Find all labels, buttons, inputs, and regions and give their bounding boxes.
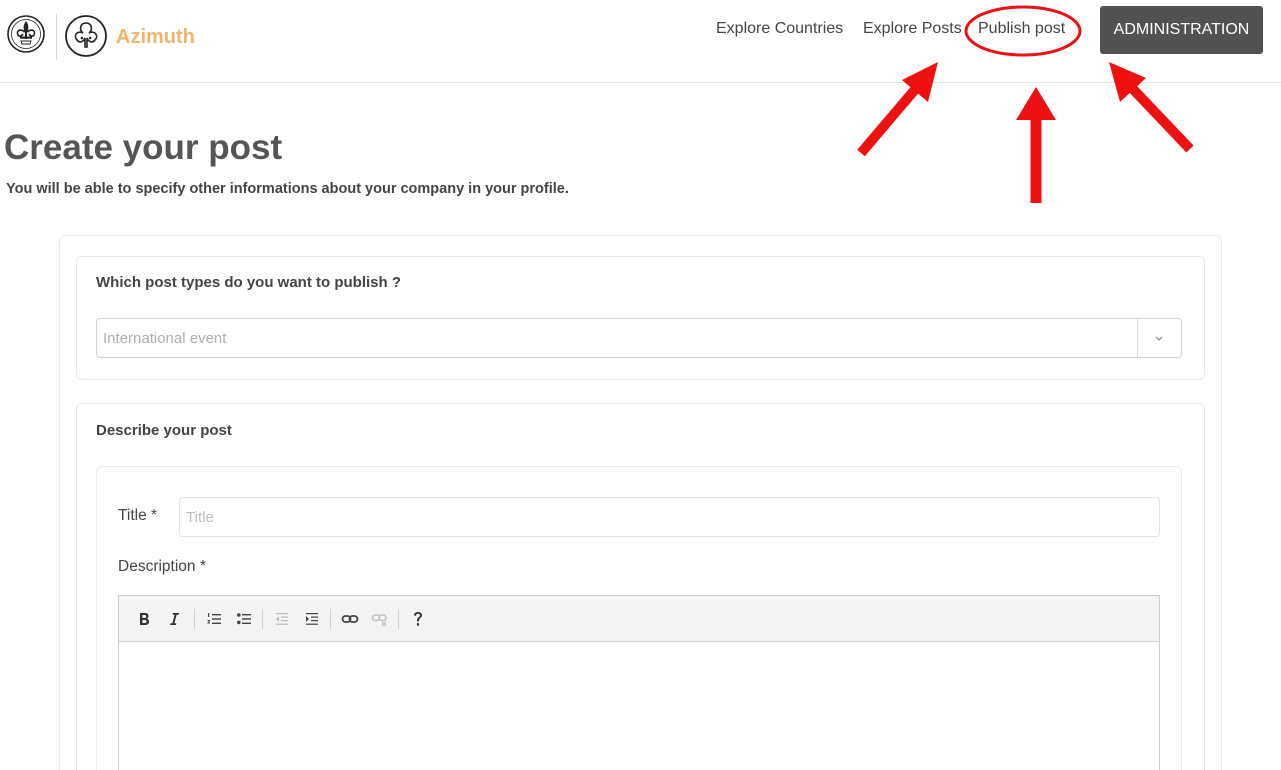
administration-button[interactable]: ADMINISTRATION xyxy=(1100,6,1263,54)
scout-fleur-de-lis-logo[interactable] xyxy=(6,14,46,54)
unordered-list-icon[interactable] xyxy=(233,608,255,630)
toolbar-separator xyxy=(262,609,263,629)
toolbar-separator xyxy=(330,609,331,629)
outdent-icon[interactable] xyxy=(271,608,293,630)
page-title: Create your post xyxy=(4,128,283,167)
nav-explore-posts[interactable]: Explore Posts xyxy=(863,20,962,38)
nav-explore-countries[interactable]: Explore Countries xyxy=(716,20,843,38)
logo-divider xyxy=(56,14,57,60)
describe-post-label: Describe your post xyxy=(96,422,232,439)
post-types-label: Which post types do you want to publish … xyxy=(96,274,401,291)
annotation-arrow-up xyxy=(1016,87,1056,203)
unlink-icon[interactable] xyxy=(369,608,391,630)
chevron-down-icon[interactable] xyxy=(1152,331,1166,345)
bold-icon[interactable] xyxy=(133,608,155,630)
nav-publish-post[interactable]: Publish post xyxy=(978,20,1065,38)
title-label: Title * xyxy=(118,507,158,524)
brand-name[interactable]: Azimuth xyxy=(116,26,195,49)
guide-trefoil-logo[interactable] xyxy=(64,14,108,58)
post-type-selected-value: International event xyxy=(103,330,227,347)
editor-toolbar xyxy=(119,596,1159,642)
post-type-select[interactable]: International event xyxy=(96,318,1182,358)
description-textarea[interactable] xyxy=(119,642,1159,770)
ordered-list-icon[interactable] xyxy=(203,608,225,630)
toolbar-separator xyxy=(194,609,195,629)
top-navbar: Azimuth Explore Countries Explore Posts … xyxy=(0,0,1281,83)
link-icon[interactable] xyxy=(339,608,361,630)
page-subtitle: You will be able to specify other inform… xyxy=(6,181,569,197)
indent-icon[interactable] xyxy=(301,608,323,630)
select-divider xyxy=(1137,319,1138,357)
help-icon[interactable] xyxy=(407,608,429,630)
toolbar-separator xyxy=(398,609,399,629)
description-editor xyxy=(118,595,1160,770)
description-label: Description * xyxy=(118,558,206,575)
title-input[interactable] xyxy=(179,497,1160,537)
italic-icon[interactable] xyxy=(163,608,185,630)
